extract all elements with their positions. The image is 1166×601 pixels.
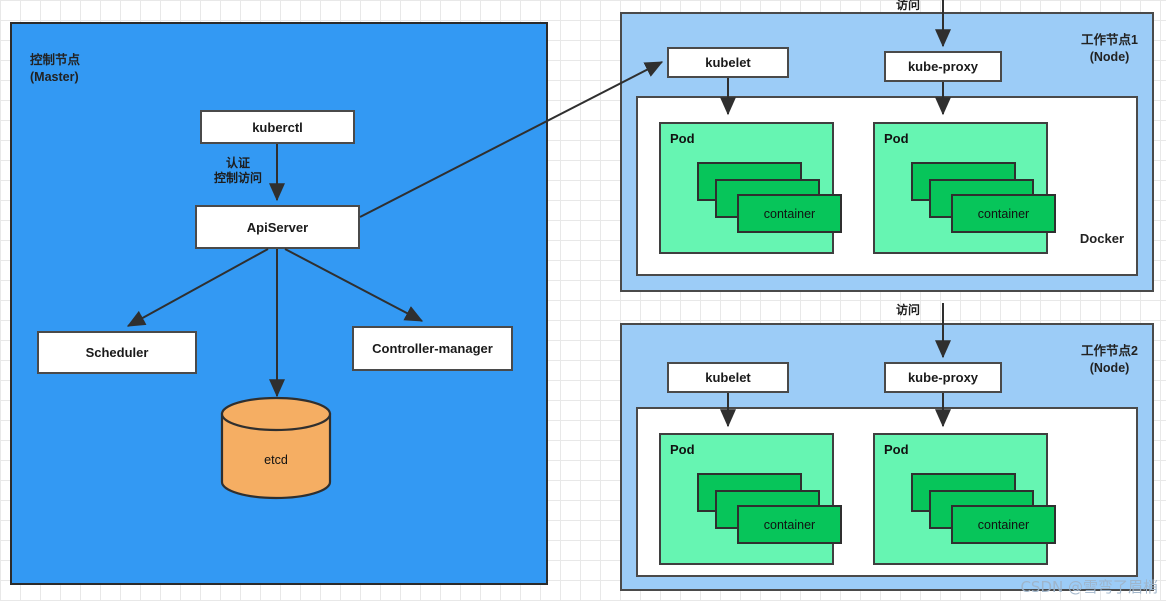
arrow-apiserver-to-controller-manager	[284, 248, 424, 322]
connector-arrows	[126, 0, 951, 428]
arrow-apiserver-to-scheduler	[126, 248, 269, 327]
watermark: CSDN @雪弯了眉梢	[1020, 578, 1158, 596]
diagram-canvas: 控制节点 (Master) kuberctl 认证 控制访问 ApiServer…	[0, 0, 1166, 601]
arrow-apiserver-to-kubelet-node-1	[359, 61, 664, 218]
